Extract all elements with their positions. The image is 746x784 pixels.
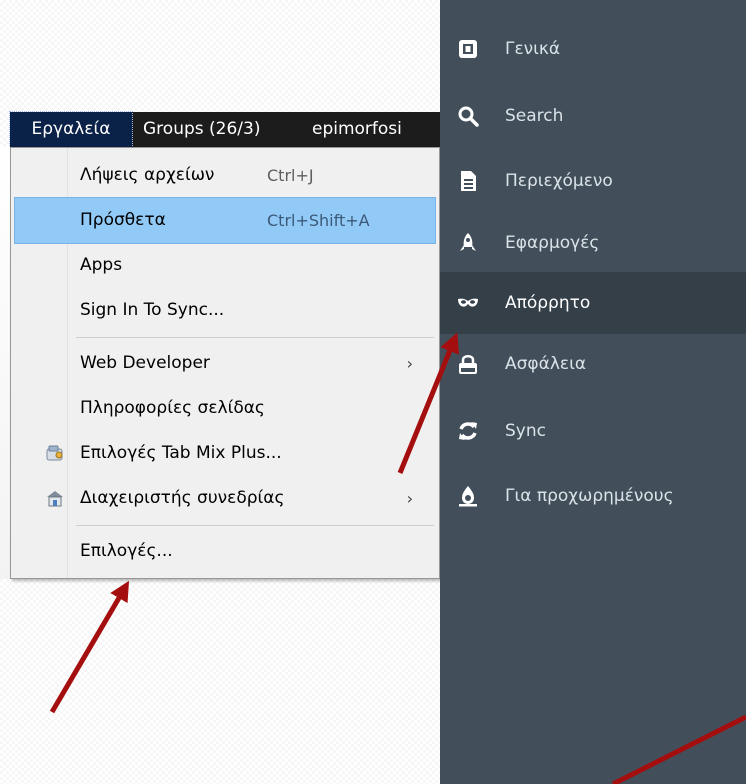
submenu-arrow-icon: ›: [406, 489, 413, 508]
menu-item-apps[interactable]: Apps: [15, 243, 435, 288]
menu-item-label: Λήψεις αρχείων: [80, 165, 215, 185]
sidebar-item-label: Για προχωρημένους: [505, 486, 674, 506]
menu-item-page-info[interactable]: Πληροφορίες σελίδας: [15, 386, 435, 431]
advanced-icon: [459, 486, 477, 507]
sidebar-item-label: Sync: [505, 421, 546, 441]
sidebar-item-search[interactable]: Search: [440, 85, 746, 147]
menu-item-label: Sign In To Sync...: [80, 300, 225, 320]
menu-item-label: Πρόσθετα: [80, 210, 166, 230]
arrow-to-options: [49, 580, 130, 714]
menu-item-label: Επιλογές...: [80, 541, 173, 561]
security-lock-icon: [459, 355, 477, 374]
sidebar-item-label: Ασφάλεια: [505, 354, 587, 374]
menu-separator: [76, 525, 434, 526]
menu-item-tabmix-options[interactable]: Επιλογές Tab Mix Plus...: [15, 431, 435, 476]
menubar-profile[interactable]: epimorfosi: [312, 112, 402, 147]
menu-item-web-developer[interactable]: Web Developer ›: [15, 341, 435, 386]
menubar-tools[interactable]: Εργαλεία: [9, 111, 133, 148]
general-icon: [459, 40, 477, 58]
sync-icon: [459, 422, 477, 440]
menu-item-label: Διαχειριστής συνεδρίας: [80, 488, 285, 508]
preferences-sidebar: Γενικά Search Περιεχόμενο Εφαρμογές Απόρ…: [440, 0, 746, 784]
sidebar-item-content[interactable]: Περιεχόμενο: [440, 150, 746, 212]
sidebar-item-privacy[interactable]: Απόρρητο: [440, 272, 746, 334]
menu-bar: Εργαλεία Groups (26/3) epimorfosi: [9, 111, 440, 148]
menu-item-downloads[interactable]: Λήψεις αρχείων Ctrl+J: [15, 153, 435, 198]
sidebar-item-applications[interactable]: Εφαρμογές: [440, 212, 746, 274]
menu-item-addons[interactable]: Πρόσθετα Ctrl+Shift+A: [14, 197, 436, 244]
sidebar-item-label: Γενικά: [505, 39, 561, 59]
menu-item-label: Επιλογές Tab Mix Plus...: [80, 443, 282, 463]
menu-item-shortcut: Ctrl+Shift+A: [267, 211, 370, 230]
applications-icon: [460, 233, 476, 251]
menu-item-session-manager[interactable]: Διαχειριστής συνεδρίας ›: [15, 476, 435, 521]
sidebar-item-label: Απόρρητο: [505, 293, 591, 313]
tabmix-icon: [46, 445, 63, 461]
menu-item-label: Πληροφορίες σελίδας: [80, 398, 265, 418]
tools-dropdown-menu: Λήψεις αρχείων Ctrl+J Πρόσθετα Ctrl+Shif…: [10, 147, 440, 579]
submenu-arrow-icon: ›: [406, 354, 413, 373]
search-icon: [458, 106, 479, 127]
menubar-groups[interactable]: Groups (26/3): [143, 112, 260, 147]
menu-item-label: Apps: [80, 255, 123, 275]
privacy-mask-icon: [458, 298, 478, 307]
sidebar-item-security[interactable]: Ασφάλεια: [440, 333, 746, 395]
sidebar-item-label: Περιεχόμενο: [505, 171, 613, 191]
menu-separator: [76, 337, 434, 338]
menu-item-shortcut: Ctrl+J: [267, 166, 314, 185]
menu-item-label: Web Developer: [80, 353, 210, 373]
menu-item-options[interactable]: Επιλογές...: [15, 529, 435, 574]
sidebar-item-general[interactable]: Γενικά: [440, 18, 746, 80]
sidebar-item-label: Εφαρμογές: [505, 233, 600, 253]
sidebar-item-sync[interactable]: Sync: [440, 400, 746, 462]
menu-item-sign-in-sync[interactable]: Sign In To Sync...: [15, 288, 435, 333]
sidebar-item-label: Search: [505, 106, 564, 126]
sidebar-item-advanced[interactable]: Για προχωρημένους: [440, 465, 746, 527]
content-icon: [461, 171, 476, 191]
session-manager-icon: [47, 491, 63, 507]
